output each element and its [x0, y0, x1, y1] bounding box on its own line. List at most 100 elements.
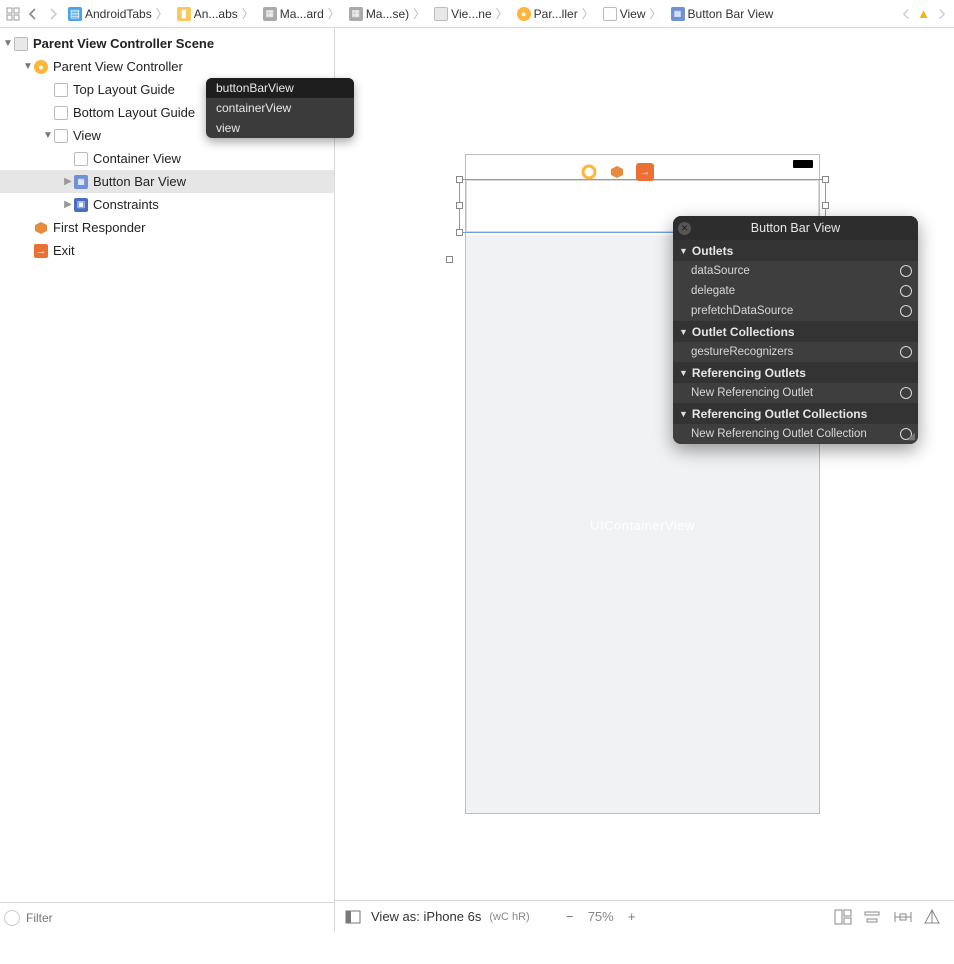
folder-icon: ▮: [177, 7, 191, 21]
zoom-label[interactable]: 75%: [588, 909, 614, 924]
outline-parent-vc[interactable]: ▼ ● Parent View Controller: [0, 55, 334, 78]
disclosure-icon[interactable]: ▼: [22, 61, 34, 72]
connections-section[interactable]: ▼Referencing Outlet Collections: [673, 403, 918, 424]
connections-section[interactable]: ▼Outlets: [673, 240, 918, 261]
align-button[interactable]: [864, 909, 886, 925]
disclosure-icon[interactable]: ▶: [62, 199, 74, 210]
popover-item[interactable]: view: [206, 118, 354, 138]
disclosure-icon: ▼: [679, 246, 688, 256]
interface-builder-canvas[interactable]: → UIContainerView: [335, 28, 954, 932]
outline-buttonbar-view[interactable]: ▶ ▦ Button Bar View: [0, 170, 334, 193]
outline-constraints[interactable]: ▶ ▣ Constraints: [0, 193, 334, 216]
connections-section[interactable]: ▼Referencing Outlets: [673, 362, 918, 383]
resize-handle[interactable]: [822, 176, 829, 183]
connection-item[interactable]: New Referencing Outlet Collection: [673, 424, 918, 444]
toggle-outline-button[interactable]: [343, 907, 363, 927]
crumb-project[interactable]: ▤AndroidTabs〉: [64, 5, 173, 22]
connections-panel[interactable]: ✕ Button Bar View ▼Outlets dataSource de…: [673, 216, 918, 444]
exit-icon: →: [34, 244, 48, 258]
crumb-folder[interactable]: ▮An...abs〉: [173, 5, 259, 22]
viewcontroller-icon: ●: [34, 60, 48, 74]
filter-input[interactable]: [24, 910, 330, 926]
container-placeholder: UIContainerView: [466, 518, 819, 533]
embed-in-button[interactable]: [834, 909, 856, 925]
outline-container-view[interactable]: Container View: [0, 147, 334, 170]
viewcontroller-icon[interactable]: [580, 163, 598, 181]
viewcontroller-icon: ●: [517, 7, 531, 21]
connections-title: Button Bar View: [673, 221, 918, 235]
disclosure-icon[interactable]: ▶: [62, 176, 74, 187]
crumb-file-2[interactable]: ▦Ma...se)〉: [345, 5, 430, 22]
storyboard-icon: ▦: [349, 7, 363, 21]
forward-button[interactable]: [44, 5, 62, 23]
collectionview-icon: ▦: [74, 175, 88, 189]
resize-grip-icon[interactable]: ◢: [907, 431, 915, 442]
disclosure-icon: ▼: [679, 327, 688, 337]
outlet-autocomplete-popover: buttonBarView containerView view: [206, 78, 354, 138]
warning-icon[interactable]: ▲: [917, 6, 930, 21]
scene-header[interactable]: ▼ Parent View Controller Scene: [0, 32, 334, 55]
disclosure-icon[interactable]: ▼: [42, 130, 54, 141]
connection-item[interactable]: New Referencing Outlet: [673, 383, 918, 403]
filter-scope-icon[interactable]: [4, 910, 20, 926]
connections-section[interactable]: ▼Outlet Collections: [673, 321, 918, 342]
popover-item[interactable]: buttonBarView: [206, 78, 354, 98]
containerview-icon: [74, 152, 88, 166]
outline-filter: [0, 902, 334, 932]
zoom-in-button[interactable]: +: [622, 907, 642, 927]
connection-item[interactable]: dataSource: [673, 261, 918, 281]
crumb-scene[interactable]: Vie...ne〉: [430, 5, 513, 22]
issues-forward[interactable]: [932, 5, 950, 23]
crumb-buttonbar[interactable]: ▦Button Bar View: [667, 7, 778, 21]
view-icon: [54, 129, 68, 143]
connection-ring-icon[interactable]: [900, 387, 912, 399]
view-as-label[interactable]: View as: iPhone 6s: [371, 909, 481, 924]
connection-item[interactable]: gestureRecognizers: [673, 342, 918, 362]
disclosure-icon: ▼: [679, 409, 688, 419]
crumb-view[interactable]: View〉: [599, 5, 667, 22]
constraints-icon: ▣: [74, 198, 88, 212]
issues-back[interactable]: [897, 5, 915, 23]
scene-icon: [434, 7, 448, 21]
related-items-button[interactable]: [4, 5, 22, 23]
document-outline: ▼ Parent View Controller Scene ▼ ● Paren…: [0, 28, 335, 932]
back-button[interactable]: [24, 5, 42, 23]
project-icon: ▤: [68, 7, 82, 21]
scene-dock: →: [580, 163, 654, 181]
connection-item[interactable]: prefetchDataSource: [673, 301, 918, 321]
outline-first-responder[interactable]: First Responder: [0, 216, 334, 239]
crumb-file-1[interactable]: ▦Ma...ard〉: [259, 5, 345, 22]
connection-item[interactable]: delegate: [673, 281, 918, 301]
storyboard-icon: ▦: [263, 7, 277, 21]
zoom-out-button[interactable]: −: [560, 907, 580, 927]
resize-handle[interactable]: [446, 256, 453, 263]
connection-ring-icon[interactable]: [900, 346, 912, 358]
resize-handle[interactable]: [456, 202, 463, 209]
jump-bar: ▤AndroidTabs〉 ▮An...abs〉 ▦Ma...ard〉 ▦Ma.…: [0, 0, 954, 28]
resize-handle[interactable]: [456, 176, 463, 183]
battery-icon: [793, 160, 813, 168]
size-class-label: (wC hR): [489, 911, 529, 923]
resize-handle[interactable]: [822, 202, 829, 209]
layoutguide-icon: [54, 83, 68, 97]
layoutguide-icon: [54, 106, 68, 120]
outline-exit[interactable]: → Exit: [0, 239, 334, 262]
popover-item[interactable]: containerView: [206, 98, 354, 118]
connection-ring-icon[interactable]: [900, 285, 912, 297]
close-button[interactable]: ✕: [678, 222, 691, 235]
scene-icon: [14, 37, 28, 51]
pin-button[interactable]: [894, 909, 916, 925]
disclosure-icon: ▼: [679, 368, 688, 378]
exit-icon[interactable]: →: [636, 163, 654, 181]
resolve-issues-button[interactable]: [924, 909, 946, 925]
collectionview-icon: ▦: [671, 7, 685, 21]
firstresponder-icon: [34, 221, 48, 235]
view-icon: [603, 7, 617, 21]
disclosure-icon[interactable]: ▼: [2, 38, 14, 49]
connection-ring-icon[interactable]: [900, 305, 912, 317]
connection-ring-icon[interactable]: [900, 265, 912, 277]
firstresponder-icon[interactable]: [608, 163, 626, 181]
breadcrumb: ▤AndroidTabs〉 ▮An...abs〉 ▦Ma...ard〉 ▦Ma.…: [64, 5, 895, 22]
resize-handle[interactable]: [456, 229, 463, 236]
crumb-controller[interactable]: ●Par...ller〉: [513, 5, 599, 22]
